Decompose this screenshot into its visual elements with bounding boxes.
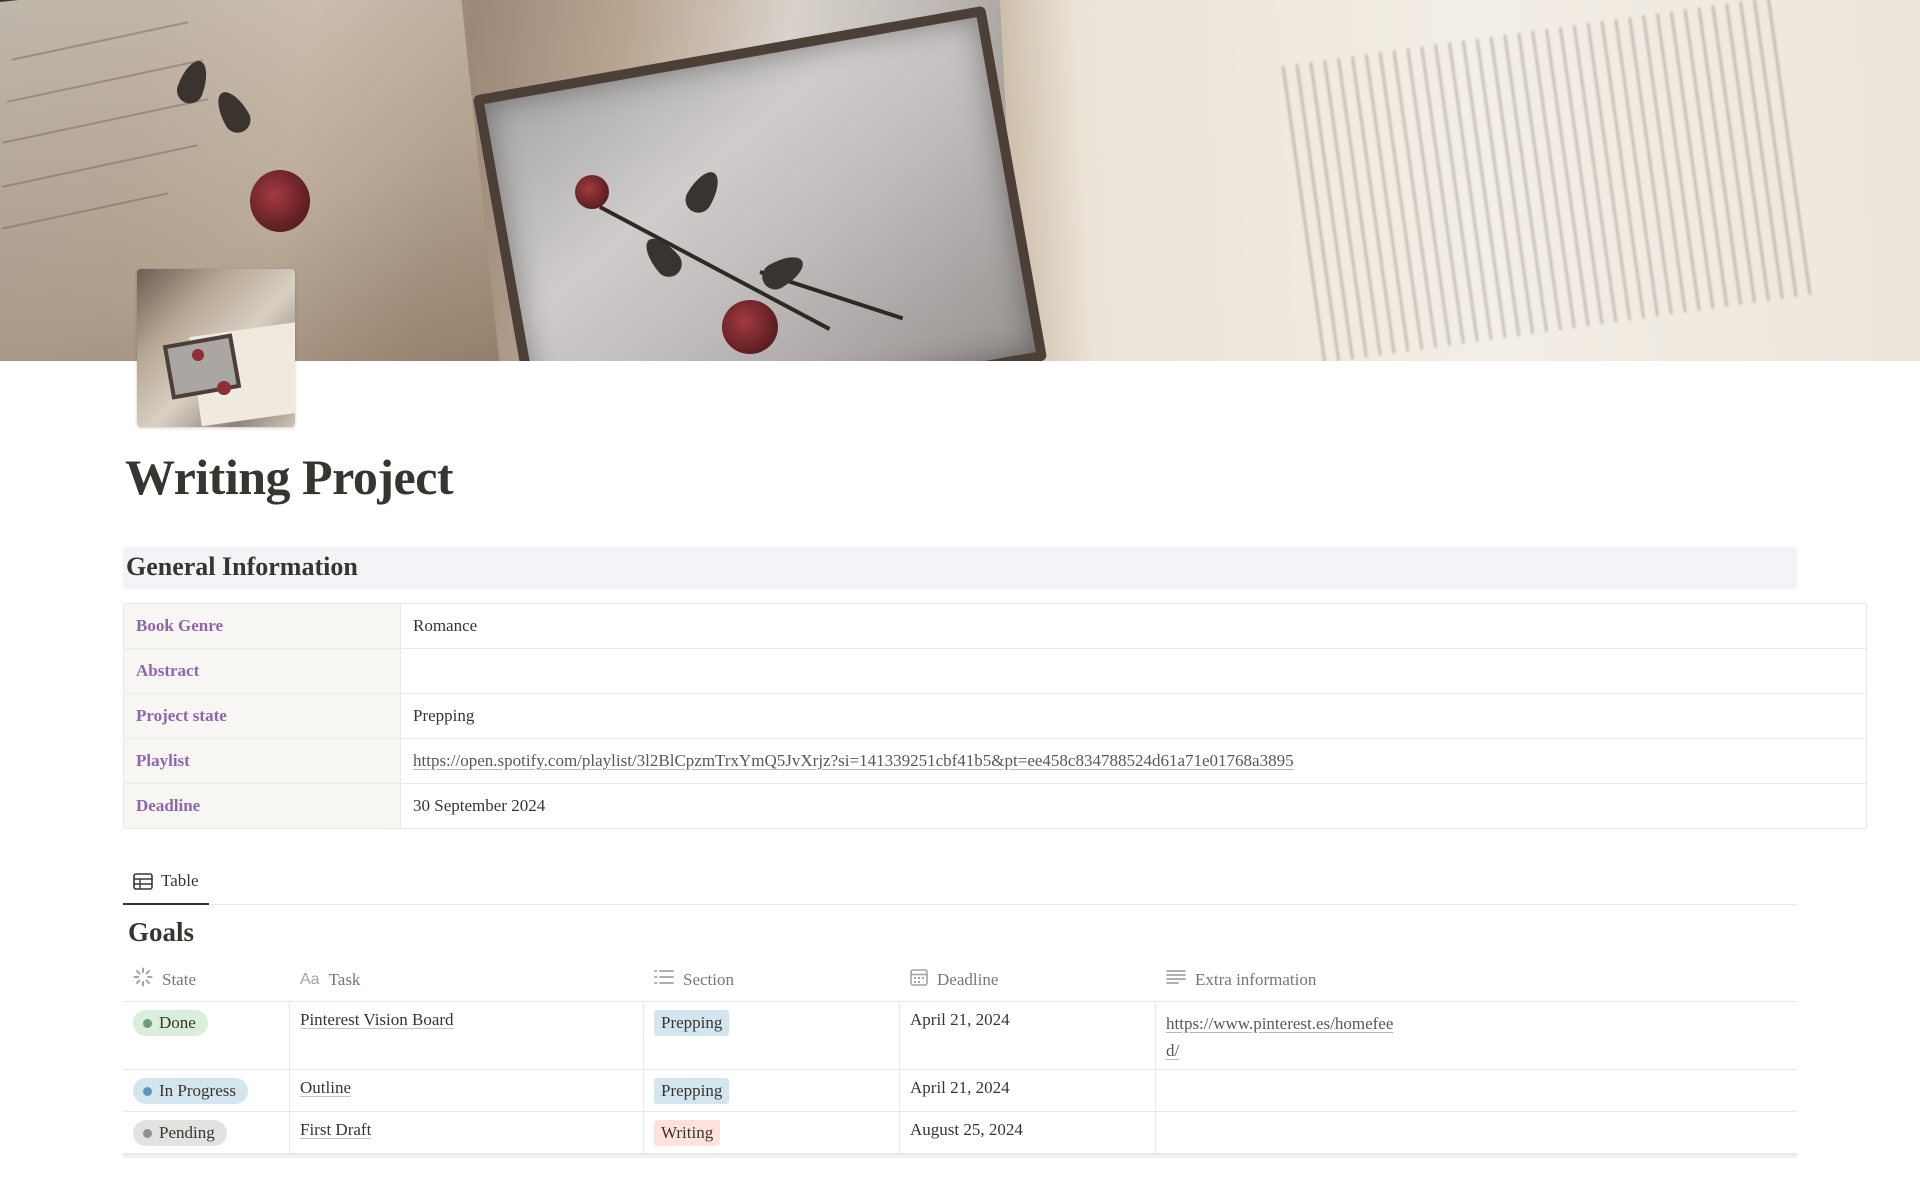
playlist-link[interactable]: https://open.spotify.com/playlist/3l2BlC… <box>413 751 1294 770</box>
info-value[interactable]: 30 September 2024 <box>400 783 1867 829</box>
database-title[interactable]: Goals <box>128 917 194 948</box>
table-header-row: State Aa Task Section Deadline Extra inf… <box>123 958 1797 1002</box>
lines-icon <box>1166 969 1186 990</box>
info-key[interactable]: Playlist <box>123 738 401 784</box>
status-dot-icon <box>143 1128 152 1138</box>
info-row-project-state: Project state Prepping <box>123 693 1867 739</box>
info-row-deadline: Deadline 30 September 2024 <box>123 783 1867 829</box>
extra-information-cell[interactable] <box>1156 1070 1797 1111</box>
database-view-tabs: Table <box>123 859 1797 905</box>
info-value[interactable]: Prepping <box>400 693 1867 739</box>
deadline-cell[interactable]: April 21, 2024 <box>900 1002 1156 1069</box>
state-cell[interactable]: Done <box>123 1002 290 1069</box>
info-row-book-genre: Book Genre Romance <box>123 603 1867 649</box>
column-label: Task <box>328 969 361 989</box>
task-title[interactable]: Pinterest Vision Board <box>300 1010 454 1029</box>
page-icon-image[interactable] <box>137 269 295 427</box>
section-tag: Writing <box>654 1120 721 1146</box>
list-icon <box>654 969 674 990</box>
text-aa-icon: Aa <box>300 970 320 988</box>
table-row[interactable]: Done Pinterest Vision Board Prepping Apr… <box>123 1002 1797 1070</box>
table-icon <box>133 872 153 890</box>
task-cell[interactable]: First Draft <box>290 1112 644 1153</box>
tab-table-view[interactable]: Table <box>123 859 209 905</box>
extra-information-link[interactable]: https://www.pinterest.es/homefeed/ <box>1166 1010 1396 1064</box>
task-title[interactable]: Outline <box>300 1078 351 1097</box>
status-badge: Done <box>133 1010 208 1036</box>
calendar-icon <box>910 968 928 991</box>
task-title[interactable]: First Draft <box>300 1120 371 1139</box>
column-header-state[interactable]: State <box>123 958 290 1001</box>
status-badge: Pending <box>133 1120 227 1146</box>
status-dot-icon <box>143 1018 152 1028</box>
info-key[interactable]: Book Genre <box>123 603 401 649</box>
general-information-callout: General Information <box>123 547 1797 589</box>
column-label: Section <box>683 969 734 989</box>
column-label: State <box>162 969 196 989</box>
table-row[interactable]: In Progress Outline Prepping April 21, 2… <box>123 1070 1797 1112</box>
status-icon <box>133 967 153 992</box>
column-header-extra-information[interactable]: Extra information <box>1156 958 1797 1001</box>
info-value[interactable]: Romance <box>400 603 1867 649</box>
info-value: https://open.spotify.com/playlist/3l2BlC… <box>400 738 1867 784</box>
table-bottom-edge <box>123 1154 1797 1158</box>
general-information-heading[interactable]: General Information <box>126 552 358 582</box>
state-cell[interactable]: In Progress <box>123 1070 290 1111</box>
info-value[interactable] <box>400 648 1867 694</box>
extra-information-cell[interactable] <box>1156 1112 1797 1153</box>
section-tag: Prepping <box>654 1078 730 1104</box>
section-cell[interactable]: Prepping <box>644 1002 900 1069</box>
status-label: Pending <box>159 1123 215 1142</box>
task-cell[interactable]: Pinterest Vision Board <box>290 1002 644 1069</box>
column-label: Extra information <box>1195 969 1317 989</box>
column-header-section[interactable]: Section <box>644 958 900 1001</box>
goals-table: State Aa Task Section Deadline Extra inf… <box>123 958 1797 1158</box>
task-cell[interactable]: Outline <box>290 1070 644 1111</box>
deadline-cell[interactable]: April 21, 2024 <box>900 1070 1156 1111</box>
status-label: Done <box>159 1013 196 1032</box>
status-badge: In Progress <box>133 1078 248 1104</box>
info-key[interactable]: Abstract <box>123 648 401 694</box>
info-key[interactable]: Project state <box>123 693 401 739</box>
info-row-abstract: Abstract <box>123 648 1867 694</box>
section-cell[interactable]: Prepping <box>644 1070 900 1111</box>
info-row-playlist: Playlist https://open.spotify.com/playli… <box>123 738 1867 784</box>
info-key[interactable]: Deadline <box>123 783 401 829</box>
section-cell[interactable]: Writing <box>644 1112 900 1153</box>
column-header-task[interactable]: Aa Task <box>290 958 644 1001</box>
section-tag: Prepping <box>654 1010 730 1036</box>
extra-information-cell[interactable]: https://www.pinterest.es/homefeed/ <box>1156 1002 1797 1069</box>
status-dot-icon <box>143 1086 152 1096</box>
tab-label: Table <box>161 871 199 890</box>
table-row[interactable]: Pending First Draft Writing August 25, 2… <box>123 1112 1797 1154</box>
column-label: Deadline <box>937 969 999 989</box>
page-title[interactable]: Writing Project <box>125 448 454 506</box>
deadline-cell[interactable]: August 25, 2024 <box>900 1112 1156 1153</box>
column-header-deadline[interactable]: Deadline <box>900 958 1156 1001</box>
general-information-table: Book Genre Romance Abstract Project stat… <box>123 603 1867 829</box>
state-cell[interactable]: Pending <box>123 1112 290 1153</box>
status-label: In Progress <box>159 1081 236 1100</box>
